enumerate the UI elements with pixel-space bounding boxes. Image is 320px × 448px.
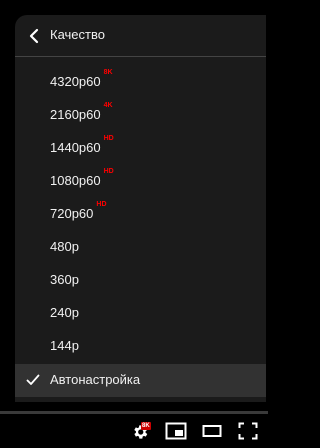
theater-mode-button[interactable] <box>202 422 222 440</box>
quality-menu: Качество 4320p608K 2160p604K 1440p60HD 1… <box>15 15 266 402</box>
settings-button[interactable]: 8K <box>131 422 153 442</box>
quality-option-4320p60[interactable]: 4320p608K <box>15 66 266 99</box>
quality-label: Автонастройка <box>50 372 141 387</box>
quality-badge-8k: 8K <box>141 422 151 430</box>
menu-title: Качество <box>50 27 105 42</box>
quality-badge: HD <box>96 201 107 208</box>
quality-option-480p[interactable]: 480p <box>15 231 266 264</box>
miniplayer-icon <box>165 422 187 440</box>
fullscreen-icon <box>238 422 258 440</box>
quality-badge: 8K <box>103 69 113 76</box>
quality-option-144p[interactable]: 144p <box>15 330 266 363</box>
quality-label: 144p <box>50 338 79 353</box>
miniplayer-button[interactable] <box>165 422 187 440</box>
quality-option-auto[interactable]: Автонастройка <box>15 364 266 397</box>
quality-label: 240p <box>50 305 79 320</box>
quality-badge: 4K <box>103 102 113 109</box>
fullscreen-button[interactable] <box>238 422 258 440</box>
quality-option-240p[interactable]: 240p <box>15 297 266 330</box>
quality-label: 2160p60 <box>50 107 101 122</box>
quality-option-720p60[interactable]: 720p60HD <box>15 198 266 231</box>
quality-label: 720p60 <box>50 206 94 221</box>
checkmark-icon <box>26 374 40 385</box>
quality-label: 1080p60 <box>50 173 101 188</box>
chevron-left-icon[interactable] <box>27 28 41 44</box>
quality-badge: HD <box>103 135 114 142</box>
quality-label: 4320p60 <box>50 74 101 89</box>
quality-badge: HD <box>103 168 114 175</box>
theater-icon <box>202 425 222 437</box>
quality-label: 480p <box>50 239 79 254</box>
quality-option-1080p60[interactable]: 1080p60HD <box>15 165 266 198</box>
quality-label: 360p <box>50 272 79 287</box>
menu-header[interactable]: Качество <box>15 15 266 57</box>
quality-option-1440p60[interactable]: 1440p60HD <box>15 132 266 165</box>
player-controls: 8K <box>0 414 268 448</box>
quality-option-360p[interactable]: 360p <box>15 264 266 297</box>
quality-option-2160p60[interactable]: 2160p604K <box>15 99 266 132</box>
quality-label: 1440p60 <box>50 140 101 155</box>
